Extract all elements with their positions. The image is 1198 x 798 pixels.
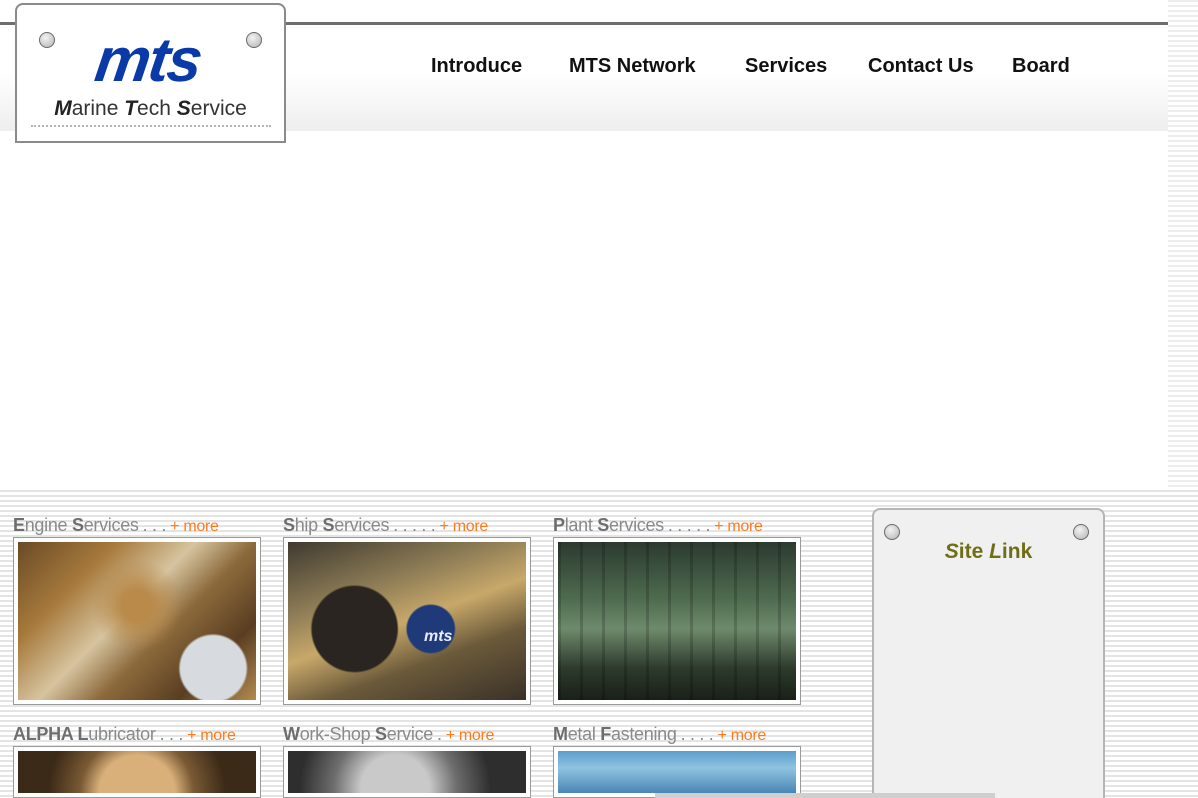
rivet-icon	[246, 32, 262, 48]
nav-mts-network[interactable]: MTS Network	[569, 55, 696, 78]
service-card-metal[interactable]: Metal Fastening. . . . + more	[553, 724, 803, 798]
title-cap: S	[283, 515, 295, 535]
nav-contact-us[interactable]: Contact Us	[868, 55, 974, 78]
title-cap: S	[71, 515, 84, 535]
title-dots: . . . . .	[393, 515, 436, 535]
service-title[interactable]: Engine Services. . . + more	[13, 515, 263, 539]
more-link[interactable]: + more	[187, 727, 236, 744]
service-title[interactable]: Plant Services. . . . . + more	[553, 515, 803, 539]
nav-board[interactable]: Board	[1012, 55, 1070, 78]
title-rest: etal	[567, 724, 601, 744]
service-title[interactable]: ALPHA Lubricator. . . + more	[13, 724, 263, 748]
rivet-icon	[884, 524, 900, 540]
mts-jacket-logo: mts	[424, 628, 453, 645]
service-title[interactable]: Ship Services. . . . . + more	[283, 515, 533, 539]
title-cap: P	[553, 515, 565, 535]
more-link[interactable]: + more	[714, 518, 763, 535]
tagline-cap: M	[54, 97, 72, 120]
photo-frame[interactable]	[553, 537, 801, 705]
metal-photo	[558, 751, 796, 793]
ship-photo: mts	[288, 542, 526, 700]
title-dots: . . .	[142, 515, 167, 535]
title-rest: ngine	[24, 515, 72, 535]
more-link[interactable]: + more	[440, 518, 489, 535]
title-rest: astening	[610, 724, 677, 744]
horizontal-scrollbar[interactable]	[655, 793, 995, 798]
title-rest: ervices	[608, 515, 664, 535]
title-rest: hip	[294, 515, 323, 535]
title-cap: S	[322, 515, 335, 535]
mts-logo: mts	[91, 26, 206, 95]
site-header: mts Marine Tech Service Introduce MTS Ne…	[0, 0, 1168, 143]
logo-dotted-rule	[31, 125, 271, 127]
plant-photo	[558, 542, 796, 700]
site-link-panel: Site Link	[872, 508, 1105, 798]
title-dots: . . .	[159, 724, 184, 744]
photo-frame[interactable]	[283, 746, 531, 798]
title-rest: lant	[564, 515, 598, 535]
right-edge-stripes	[1168, 0, 1198, 490]
more-link[interactable]: + more	[170, 518, 219, 535]
title-dots: .	[436, 724, 442, 744]
service-title[interactable]: Work-Shop Service. + more	[283, 724, 533, 748]
service-card-plant[interactable]: Plant Services. . . . . + more	[553, 515, 803, 707]
tagline-cap: S	[176, 97, 191, 120]
site-link-title: Site Link	[874, 540, 1103, 564]
title-cap: M	[553, 724, 568, 744]
tagline-rest: arine	[71, 97, 125, 120]
title-dots: . . . . .	[667, 515, 711, 535]
title-cap: E	[13, 515, 25, 535]
photo-frame[interactable]: mts	[283, 537, 531, 705]
title-rest: ite	[958, 540, 990, 563]
service-card-alpha[interactable]: ALPHA Lubricator. . . + more	[13, 724, 263, 798]
service-title[interactable]: Metal Fastening. . . . + more	[553, 724, 803, 748]
title-cap: S	[597, 515, 609, 535]
service-card-workshop[interactable]: Work-Shop Service. + more	[283, 724, 533, 798]
title-dots: . . . .	[680, 724, 714, 744]
tagline-cap: T	[124, 97, 138, 120]
title-rest: ink	[1001, 540, 1033, 563]
photo-frame[interactable]	[553, 746, 801, 798]
tagline-rest: ech	[137, 97, 177, 120]
photo-frame[interactable]	[13, 537, 261, 705]
rivet-icon	[1073, 524, 1089, 540]
service-card-ship[interactable]: Ship Services. . . . . + more mts	[283, 515, 533, 707]
more-link[interactable]: + more	[446, 727, 495, 744]
title-rest: ervice	[386, 724, 434, 744]
service-card-engine[interactable]: Engine Services. . . + more	[13, 515, 263, 707]
title-rest: ork-Shop	[299, 724, 376, 744]
title-cap: L	[989, 540, 1002, 563]
title-rest: ervices	[83, 515, 139, 535]
title-cap: L	[77, 724, 89, 744]
alpha-photo	[18, 751, 256, 793]
engine-photo	[18, 542, 256, 700]
title-cap: F	[600, 724, 611, 744]
rivet-icon	[39, 32, 55, 48]
title-rest: ervices	[334, 515, 390, 535]
tagline-rest: ervice	[190, 97, 247, 120]
logo-tagline: Marine Tech Service	[17, 97, 284, 121]
logo-panel[interactable]: mts Marine Tech Service	[15, 3, 286, 143]
title-cap: ALPHA	[13, 724, 78, 744]
title-cap: S	[375, 724, 387, 744]
nav-introduce[interactable]: Introduce	[431, 55, 522, 78]
photo-frame[interactable]	[13, 746, 261, 798]
nav-services[interactable]: Services	[745, 55, 827, 78]
more-link[interactable]: + more	[718, 727, 767, 744]
title-cap: S	[944, 540, 959, 563]
title-cap: W	[283, 724, 300, 744]
workshop-photo	[288, 751, 526, 793]
title-rest: ubricator	[88, 724, 156, 744]
